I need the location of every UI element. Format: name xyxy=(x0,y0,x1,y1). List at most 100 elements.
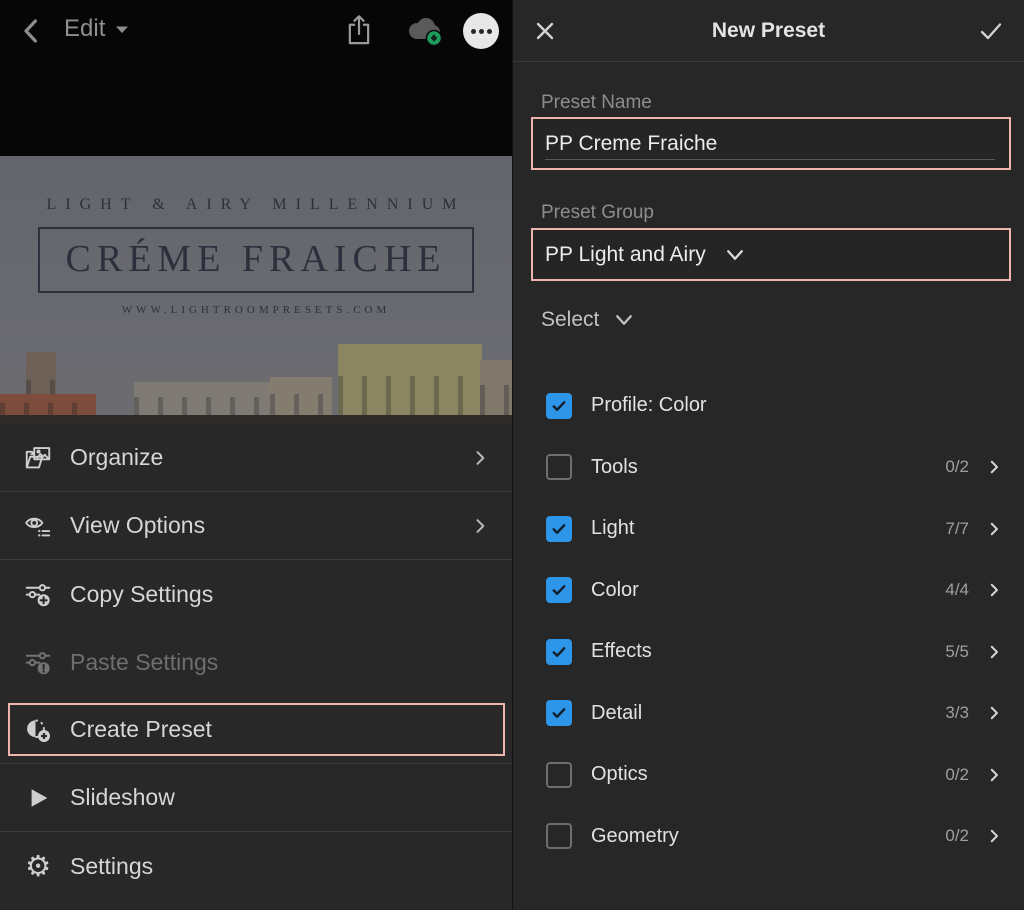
section-row-profile[interactable]: Profile: Color xyxy=(513,375,1024,437)
check-icon xyxy=(550,397,568,415)
cover-title-frame: CRÉME FRAICHE xyxy=(38,227,475,293)
menu-item-label: Paste Settings xyxy=(70,649,218,676)
checkbox[interactable] xyxy=(546,393,572,419)
close-icon xyxy=(533,19,557,43)
section-row-effects[interactable]: Effects 5/5 xyxy=(513,621,1024,683)
chevron-right-icon xyxy=(985,827,1003,845)
checkbox[interactable] xyxy=(546,639,572,665)
section-count: 7/7 xyxy=(945,519,969,539)
section-row-detail[interactable]: Detail 3/3 xyxy=(513,683,1024,745)
check-icon xyxy=(550,643,568,661)
select-dropdown[interactable]: Select xyxy=(541,308,633,332)
section-count: 5/5 xyxy=(945,642,969,662)
preset-group-value: PP Light and Airy xyxy=(545,243,706,267)
preset-cover-text: LIGHT & AIRY MILLENNIUM CRÉME FRAICHE WW… xyxy=(0,196,512,316)
check-icon xyxy=(550,704,568,722)
menu-item-create-preset[interactable]: Create Preset xyxy=(0,696,512,764)
settings-icon: ⚙ xyxy=(22,850,54,882)
cover-website: WWW.LIGHTROOMPRESETS.COM xyxy=(0,304,512,316)
check-icon xyxy=(550,520,568,538)
section-count: 0/2 xyxy=(945,765,969,785)
menu-item-view-options[interactable]: View Options xyxy=(0,492,512,560)
cloud-sync-icon xyxy=(402,14,446,48)
share-icon xyxy=(343,13,375,47)
section-count: 0/2 xyxy=(945,457,969,477)
create-preset-icon xyxy=(22,714,54,746)
checkbox[interactable] xyxy=(546,823,572,849)
menu-item-settings[interactable]: ⚙ Settings xyxy=(0,832,512,900)
chevron-left-icon xyxy=(16,16,46,46)
chevron-right-icon xyxy=(985,643,1003,661)
edit-mode-dropdown[interactable]: Edit xyxy=(64,15,129,43)
input-underline xyxy=(545,159,995,160)
menu-item-copy-settings[interactable]: Copy Settings xyxy=(0,560,512,628)
chevron-right-icon xyxy=(985,704,1003,722)
organize-icon xyxy=(22,442,54,474)
section-label: Light xyxy=(591,517,634,540)
paste-settings-icon xyxy=(22,646,54,678)
building xyxy=(338,344,482,415)
section-row-light[interactable]: Light 7/7 xyxy=(513,498,1024,560)
share-button[interactable] xyxy=(343,13,375,52)
section-row-tools[interactable]: Tools 0/2 xyxy=(513,437,1024,499)
photo-preview: LIGHT & AIRY MILLENNIUM CRÉME FRAICHE WW… xyxy=(0,156,512,424)
panel-title: New Preset xyxy=(712,19,825,43)
section-row-color[interactable]: Color 4/4 xyxy=(513,560,1024,622)
chevron-down-icon xyxy=(726,249,744,261)
section-label: Effects xyxy=(591,640,652,663)
menu-item-slideshow[interactable]: Slideshow xyxy=(0,764,512,832)
menu-item-label: View Options xyxy=(70,512,205,539)
section-row-geometry[interactable]: Geometry 0/2 xyxy=(513,806,1024,868)
context-menu: Organize View Options xyxy=(0,424,512,910)
chevron-right-icon xyxy=(985,581,1003,599)
cover-kicker: LIGHT & AIRY MILLENNIUM xyxy=(0,196,512,214)
section-label: Detail xyxy=(591,702,642,725)
building xyxy=(0,394,96,415)
more-options-button[interactable] xyxy=(463,13,499,49)
ellipsis-icon xyxy=(471,29,476,34)
menu-item-label: Organize xyxy=(70,444,163,471)
cloud-sync-button[interactable] xyxy=(402,14,446,53)
preset-group-label: Preset Group xyxy=(541,202,654,224)
ground-strip xyxy=(0,415,512,424)
check-icon xyxy=(550,581,568,599)
section-count: 3/3 xyxy=(945,703,969,723)
caret-down-icon xyxy=(115,25,129,34)
section-count: 4/4 xyxy=(945,580,969,600)
section-label: Tools xyxy=(591,456,638,479)
preset-name-input[interactable] xyxy=(545,119,985,168)
menu-item-label: Slideshow xyxy=(70,784,175,811)
section-label: Profile: Color xyxy=(591,394,707,417)
chevron-right-icon xyxy=(985,520,1003,538)
building xyxy=(134,382,276,415)
checkbox[interactable] xyxy=(546,700,572,726)
close-button[interactable] xyxy=(533,19,557,48)
checkmark-icon xyxy=(978,19,1004,43)
menu-item-paste-settings[interactable]: Paste Settings xyxy=(0,628,512,696)
checkbox[interactable] xyxy=(546,577,572,603)
checkbox[interactable] xyxy=(546,454,572,480)
back-button[interactable] xyxy=(16,16,46,46)
view-options-icon xyxy=(22,510,54,542)
preset-group-dropdown[interactable]: PP Light and Airy xyxy=(531,228,1011,281)
chevron-right-icon xyxy=(470,516,490,536)
preset-sections-list: Profile: Color Tools 0/2 Light 7/7 xyxy=(513,375,1024,867)
section-label: Geometry xyxy=(591,825,679,848)
checkbox[interactable] xyxy=(546,762,572,788)
chevron-right-icon xyxy=(470,448,490,468)
menu-item-organize[interactable]: Organize xyxy=(0,424,512,492)
checkbox[interactable] xyxy=(546,516,572,542)
edit-mode-label: Edit xyxy=(64,15,105,43)
slideshow-icon xyxy=(22,782,54,814)
section-row-optics[interactable]: Optics 0/2 xyxy=(513,744,1024,806)
lightroom-app: Edit xyxy=(0,0,1024,910)
preset-name-field[interactable] xyxy=(531,117,1011,170)
menu-item-label: Create Preset xyxy=(70,716,212,743)
preset-name-label: Preset Name xyxy=(541,92,652,114)
confirm-button[interactable] xyxy=(978,19,1004,48)
panel-header: New Preset xyxy=(513,0,1024,62)
menu-item-label: Copy Settings xyxy=(70,581,213,608)
section-label: Optics xyxy=(591,763,648,786)
chevron-right-icon xyxy=(985,766,1003,784)
section-label: Color xyxy=(591,579,639,602)
